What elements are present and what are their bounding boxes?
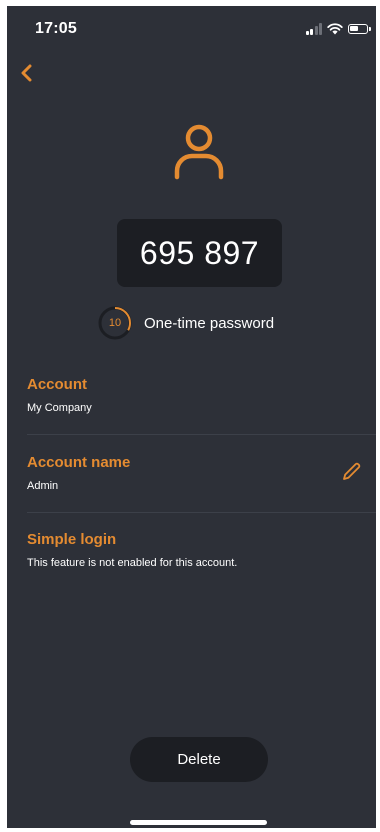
account-title: Account	[27, 376, 87, 393]
otp-label: One-time password	[144, 314, 275, 332]
account-value: My Company	[27, 402, 92, 414]
account-section: Account My Company	[27, 376, 367, 414]
simple-login-section: Simple login This feature is not enabled…	[27, 531, 367, 569]
status-icons	[305, 21, 371, 35]
account-name-section: Account name Admin	[27, 454, 367, 492]
battery-icon	[348, 24, 371, 34]
account-name-title: Account name	[27, 454, 131, 471]
otp-timer-row: 10 One-time password	[98, 306, 274, 340]
otp-code: 695 897	[139, 234, 260, 271]
signal-icon	[305, 23, 322, 35]
otp-account-screen: 17:05 695 897 10 One-time password Accou…	[7, 6, 376, 828]
divider	[27, 512, 376, 513]
pencil-icon	[343, 462, 361, 480]
home-indicator	[130, 820, 267, 825]
chevron-left-icon	[21, 64, 32, 82]
wifi-icon	[327, 23, 343, 35]
user-icon	[174, 124, 224, 180]
divider	[27, 434, 376, 435]
status-time: 17:05	[35, 20, 77, 37]
simple-login-value: This feature is not enabled for this acc…	[27, 557, 238, 569]
timer-seconds: 10	[108, 317, 122, 329]
back-button[interactable]	[13, 58, 41, 88]
account-name-value: Admin	[27, 480, 59, 492]
otp-code-display: 695 897	[117, 219, 282, 287]
delete-button[interactable]: Delete	[130, 737, 268, 782]
simple-login-title: Simple login	[27, 531, 117, 548]
otp-countdown-timer: 10	[98, 306, 132, 340]
edit-account-name-button[interactable]	[340, 461, 362, 483]
